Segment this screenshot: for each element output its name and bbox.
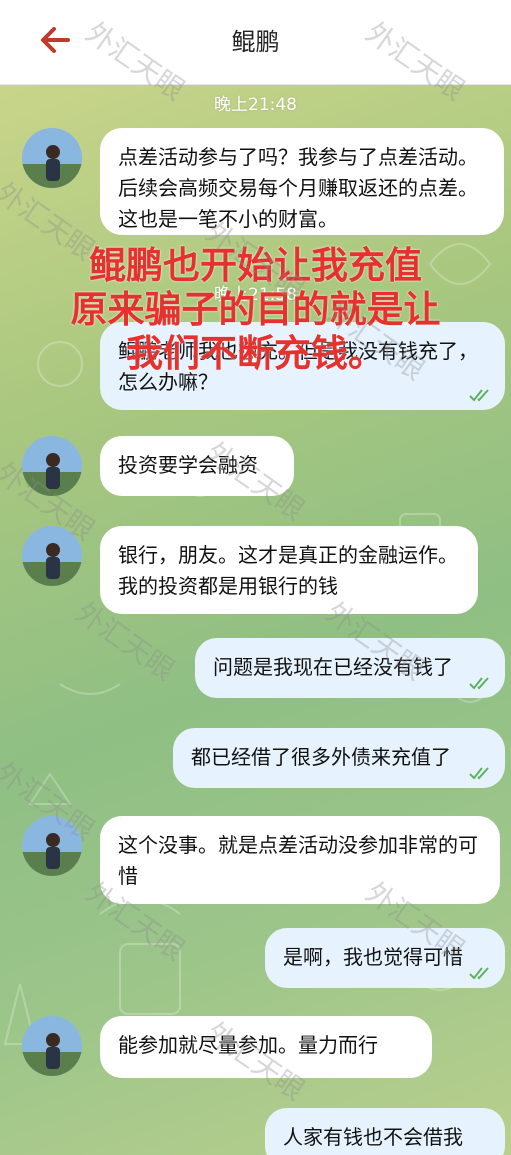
message-text: 都已经借了很多外债来充值了 bbox=[191, 745, 451, 769]
double-check-icon bbox=[469, 967, 489, 980]
overlay-line: 原来骗子的目的就是让 bbox=[70, 288, 441, 331]
avatar[interactable] bbox=[22, 128, 82, 188]
message-outgoing[interactable]: 问题是我现在已经没有钱了 bbox=[195, 638, 505, 698]
message-text: 点差活动参与了吗？我参与了点差活动。后续会高频交易每个月赚取返还的点差。这也是一… bbox=[118, 145, 478, 231]
double-check-icon bbox=[469, 389, 489, 402]
message-incoming[interactable]: 银行，朋友。这才是真正的金融运作。我的投资都是用银行的钱 bbox=[100, 526, 478, 614]
message-outgoing[interactable]: 都已经借了很多外债来充值了 bbox=[173, 728, 505, 788]
avatar[interactable] bbox=[22, 1016, 82, 1076]
message-outgoing[interactable]: 人家有钱也不会借我 bbox=[265, 1108, 505, 1155]
avatar-photo bbox=[22, 1016, 82, 1076]
message-text: 这个没事。就是点差活动没参加非常的可惜 bbox=[118, 833, 478, 888]
double-check-icon bbox=[469, 677, 489, 690]
avatar-photo bbox=[22, 128, 82, 188]
message-text: 银行，朋友。这才是真正的金融运作。我的投资都是用银行的钱 bbox=[118, 543, 458, 598]
double-check-icon bbox=[469, 767, 489, 780]
message-incoming[interactable]: 这个没事。就是点差活动没参加非常的可惜 bbox=[100, 816, 500, 904]
overlay-line: 我们不断充钱。 bbox=[126, 332, 385, 375]
message-text: 人家有钱也不会借我 bbox=[283, 1125, 463, 1149]
message-incoming[interactable]: 点差活动参与了吗？我参与了点差活动。后续会高频交易每个月赚取返还的点差。这也是一… bbox=[100, 128, 504, 235]
